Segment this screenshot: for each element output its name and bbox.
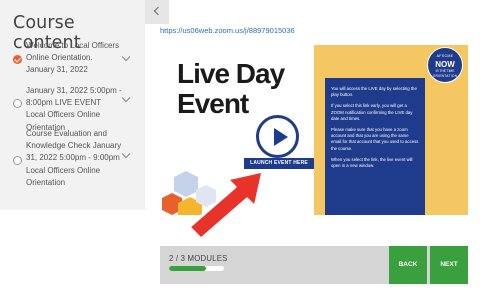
next-button[interactable]: NEXT — [430, 246, 468, 284]
instruction-text: You will access the LIVE day by selectin… — [331, 86, 417, 98]
collapse-sidebar-button[interactable] — [145, 0, 169, 24]
course-item-label: Welcome to Local Officers Online Orienta… — [26, 41, 120, 75]
chevron-down-icon[interactable] — [121, 52, 131, 62]
red-arrow-icon — [187, 169, 265, 241]
badge-top-text: AFSCME — [436, 54, 454, 58]
course-player: Course content Welcome to Local Officers… — [0, 0, 480, 296]
instructions-panel: You will access the LIVE day by selectin… — [325, 78, 425, 215]
event-title-line: Event — [177, 88, 249, 119]
badge-bottom-text: ORIENTATION — [432, 74, 458, 78]
progress-fill — [169, 266, 206, 271]
afscme-now-badge: AFSCME NOW IS THE TIME ORIENTATION — [427, 47, 463, 83]
course-item-evaluation[interactable]: Course Evaluation and Knowledge Check Ja… — [0, 128, 145, 188]
play-icon — [274, 128, 288, 146]
chevron-left-icon — [153, 6, 163, 16]
modules-progress-label: 2 / 3 MODULES — [169, 254, 228, 263]
instruction-text: Please make sure that you have a zoom ac… — [331, 127, 419, 151]
chevron-down-icon[interactable] — [121, 93, 131, 103]
course-sidebar: Course content Welcome to Local Officers… — [0, 0, 145, 210]
module-progress-bar: 2 / 3 MODULES BACK NEXT — [160, 246, 468, 284]
completed-check-icon — [13, 55, 22, 64]
course-item-label: Course Evaluation and Knowledge Check Ja… — [26, 129, 122, 187]
progress-track — [169, 266, 224, 271]
badge-sub-text: IS THE TIME — [435, 69, 455, 73]
badge-main-text: NOW — [435, 60, 455, 69]
back-button[interactable]: BACK — [389, 246, 427, 284]
course-item-live-event[interactable]: January 31, 2022 5:00pm - 8:00pm LIVE EV… — [0, 85, 145, 132]
chevron-down-icon[interactable] — [121, 149, 131, 159]
course-item-welcome[interactable]: Welcome to Local Officers Online Orienta… — [0, 40, 145, 80]
instruction-text: If you select this link early, you will … — [331, 103, 413, 121]
incomplete-circle-icon — [13, 156, 22, 165]
course-item-label: January 31, 2022 5:00pm - 8:00pm LIVE EV… — [26, 86, 122, 132]
incomplete-circle-icon — [13, 99, 22, 108]
event-title-line: Live Day — [177, 58, 285, 89]
zoom-meeting-link[interactable]: https://us06web.zoom.us/j/88979015036 — [160, 26, 295, 35]
instruction-text: When you select the link, the live event… — [331, 156, 413, 169]
play-button[interactable] — [256, 115, 299, 158]
event-title: Live Day Event — [177, 58, 285, 119]
